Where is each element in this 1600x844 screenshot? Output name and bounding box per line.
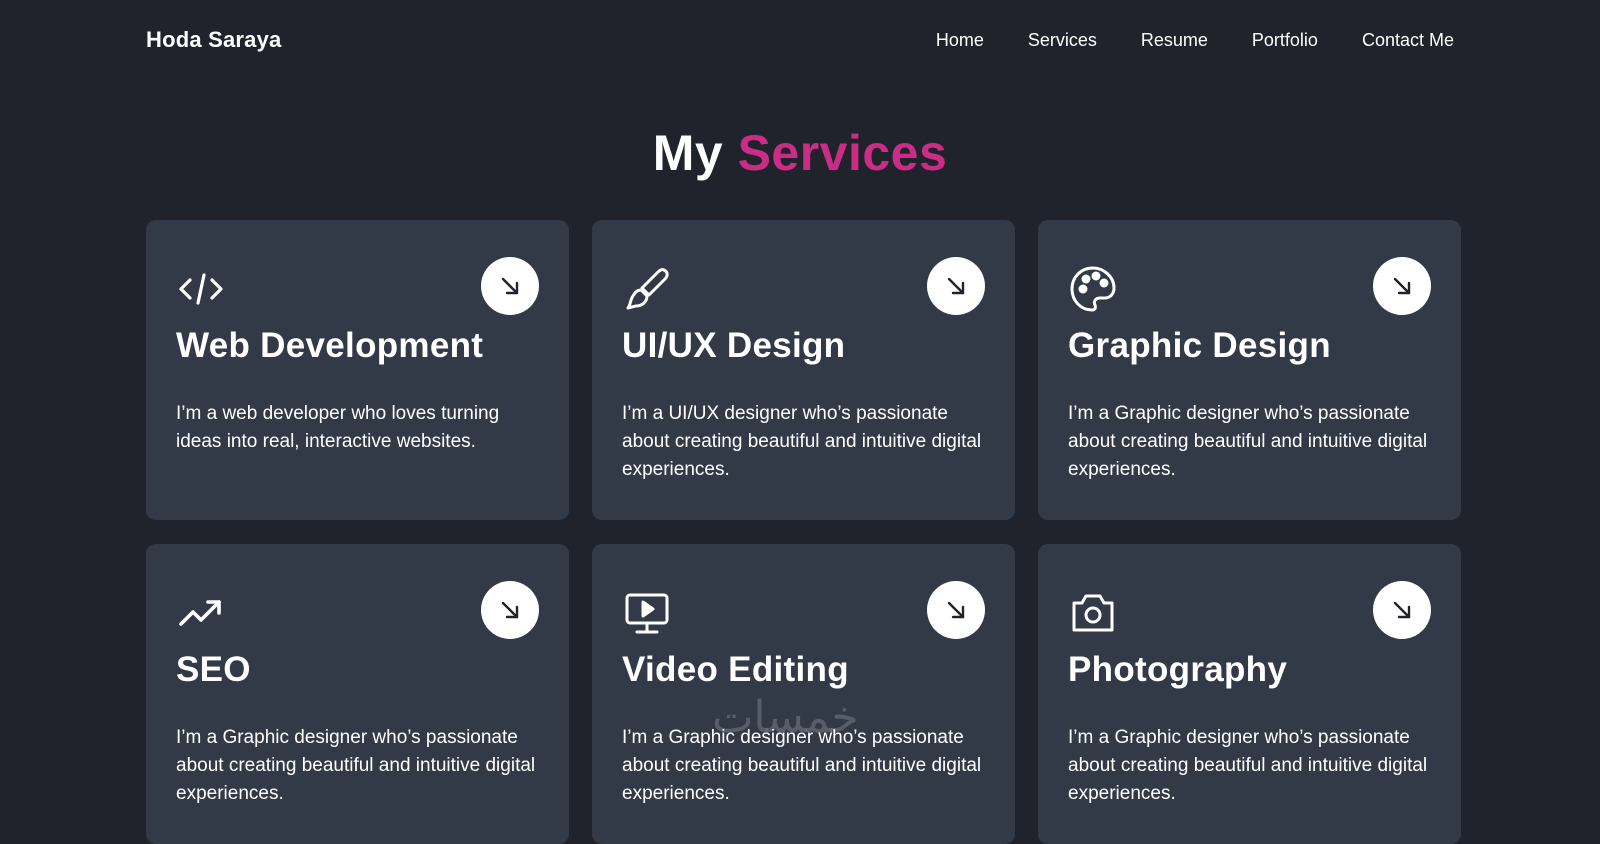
open-arrow-button[interactable]: [927, 581, 985, 639]
service-card-graphic-design[interactable]: Graphic Design I’m a Graphic designer wh…: [1038, 220, 1461, 520]
card-description: I’m a Graphic designer who’s passionate …: [1068, 403, 1428, 480]
video-icon: [622, 588, 672, 638]
card-title: Video Editing: [622, 650, 849, 689]
open-arrow-button[interactable]: [481, 581, 539, 639]
brush-icon: [622, 264, 672, 314]
nav-portfolio[interactable]: Portfolio: [1252, 30, 1318, 51]
card-description: I’m a UI/UX designer who’s passionate ab…: [622, 403, 982, 480]
open-arrow-button[interactable]: [481, 257, 539, 315]
card-description: I’m a web developer who loves turning id…: [176, 403, 500, 452]
section-title: My Services: [0, 124, 1600, 182]
service-card-ui-ux-design[interactable]: UI/UX Design I’m a UI/UX designer who’s …: [592, 220, 1015, 520]
card-title: Photography: [1068, 650, 1288, 689]
service-card-photography[interactable]: Photography I’m a Graphic designer who’s…: [1038, 544, 1461, 844]
trending-up-icon: [176, 588, 226, 638]
camera-icon: [1068, 588, 1118, 638]
watermark: خمسات: [712, 692, 859, 743]
code-icon: [176, 264, 226, 314]
title-prefix: My: [652, 125, 724, 181]
open-arrow-button[interactable]: [927, 257, 985, 315]
nav-menu: Home Services Resume Portfolio Contact M…: [936, 30, 1454, 51]
open-arrow-button[interactable]: [1373, 581, 1431, 639]
card-title: Graphic Design: [1068, 326, 1331, 365]
nav-services[interactable]: Services: [1028, 30, 1097, 51]
card-title: SEO: [176, 650, 251, 689]
card-description: I’m a Graphic designer who’s passionate …: [176, 727, 536, 804]
card-description: I’m a Graphic designer who’s passionate …: [1068, 727, 1428, 804]
card-title: UI/UX Design: [622, 326, 846, 365]
service-card-web-development[interactable]: Web Development I’m a web developer who …: [146, 220, 569, 520]
open-arrow-button[interactable]: [1373, 257, 1431, 315]
palette-icon: [1068, 264, 1118, 314]
card-title: Web Development: [176, 326, 484, 365]
title-accent: Services: [737, 125, 948, 181]
services-grid: Web Development I’m a web developer who …: [146, 220, 1461, 844]
nav-resume[interactable]: Resume: [1141, 30, 1208, 51]
brand-logo[interactable]: Hoda Saraya: [146, 27, 282, 53]
top-nav: Hoda Saraya Home Services Resume Portfol…: [146, 22, 1454, 58]
nav-contact[interactable]: Contact Me: [1362, 30, 1454, 51]
service-card-seo[interactable]: SEO I’m a Graphic designer who’s passion…: [146, 544, 569, 844]
nav-home[interactable]: Home: [936, 30, 984, 51]
